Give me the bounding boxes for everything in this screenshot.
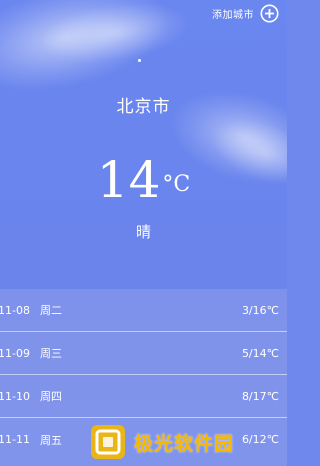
city-name: 北京市 bbox=[116, 97, 171, 117]
forecast-weekday: 周四 bbox=[40, 390, 62, 403]
forecast-row[interactable]: 11-08 周二 3/16℃ bbox=[0, 289, 287, 332]
temperature-value: 14 bbox=[96, 151, 161, 209]
plus-circle-icon[interactable] bbox=[260, 4, 279, 23]
forecast-temp-range: 5/14℃ bbox=[241, 346, 279, 360]
weather-screen: 添加城市 北京市 14 °C 晴 11-08 周二 3/16℃ 11-09 周三… bbox=[0, 0, 287, 466]
watermark-text: 极光软件园 bbox=[134, 432, 235, 455]
forecast-temp-range: 8/17℃ bbox=[241, 389, 279, 403]
forecast-weekday: 周二 bbox=[40, 304, 62, 317]
forecast-weekday: 周三 bbox=[40, 347, 62, 360]
temperature-unit: °C bbox=[162, 172, 191, 197]
forecast-row[interactable]: 11-10 周四 8/17℃ bbox=[0, 375, 287, 418]
watermark-logo-icon bbox=[88, 422, 128, 462]
forecast-temp-range: 3/16℃ bbox=[241, 303, 279, 317]
forecast-weekday: 周五 bbox=[40, 433, 62, 447]
forecast-date: 11-08 bbox=[0, 303, 30, 317]
forecast-date: 11-09 bbox=[0, 346, 30, 360]
forecast-row[interactable]: 11-09 周三 5/14℃ bbox=[0, 332, 287, 375]
add-city-button[interactable]: 添加城市 bbox=[212, 2, 279, 24]
add-city-label: 添加城市 bbox=[212, 9, 254, 21]
forecast-date: 11-10 bbox=[0, 389, 30, 403]
weather-condition: 晴 bbox=[135, 223, 151, 241]
current-temperature: 14 °C bbox=[0, 150, 287, 210]
page-indicator-dot bbox=[138, 59, 141, 62]
watermark: 极光软件园 bbox=[88, 418, 287, 466]
forecast-date: 11-11 bbox=[0, 433, 30, 446]
